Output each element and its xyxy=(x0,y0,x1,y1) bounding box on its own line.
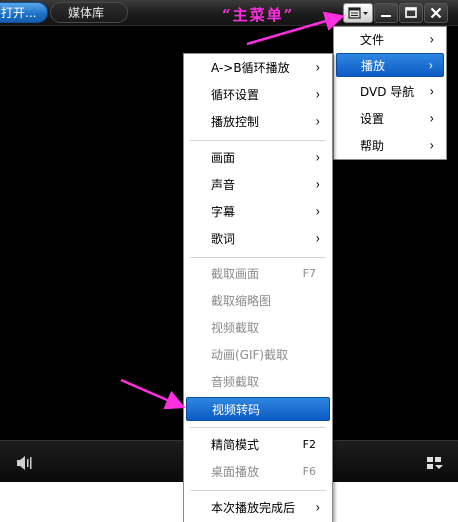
menu-item-dvd-nav[interactable]: DVD 导航 › xyxy=(336,80,444,104)
menu-item-loop-settings[interactable]: 循环设置 › xyxy=(186,83,330,107)
menu-item-label: 本次播放完成后 xyxy=(211,501,296,515)
menu-item-after-playback[interactable]: 本次播放完成后 › xyxy=(186,496,330,520)
menu-item-label: 桌面播放 xyxy=(211,465,260,479)
shortcut-label: F6 xyxy=(302,465,316,478)
menu-item-label: 动画(GIF)截取 xyxy=(211,348,289,362)
menu-item-subtitles[interactable]: 字幕 › xyxy=(186,200,330,224)
menu-item-label: 歌词 xyxy=(211,232,236,246)
maximize-icon xyxy=(405,7,417,18)
menu-item-label: 精简模式 xyxy=(211,438,260,452)
menu-item-label: 音频截取 xyxy=(211,375,260,389)
menu-item-label: 声音 xyxy=(211,178,236,192)
menu-item-capture-thumbnails[interactable]: 截取缩略图 xyxy=(186,289,330,313)
menu-item-ab-loop[interactable]: A->B循环播放 › xyxy=(186,56,330,80)
minimize-icon xyxy=(381,15,391,17)
close-button[interactable] xyxy=(424,3,448,23)
menu-item-gif-capture[interactable]: 动画(GIF)截取 xyxy=(186,343,330,367)
main-menu-button[interactable] xyxy=(343,3,373,23)
menu-item-help[interactable]: 帮助 › xyxy=(336,134,444,158)
menu-item-video[interactable]: 画面 › xyxy=(186,146,330,170)
menu-item-label: 循环设置 xyxy=(211,88,260,102)
menu-item-label: 设置 xyxy=(360,112,385,126)
playlist-icon[interactable] xyxy=(426,455,444,475)
menu-item-label: 字幕 xyxy=(211,205,236,219)
chevron-right-icon: › xyxy=(315,498,320,516)
menu-item-video-capture[interactable]: 视频截取 xyxy=(186,316,330,340)
menu-item-label: DVD 导航 xyxy=(360,85,415,99)
volume-icon[interactable] xyxy=(16,455,34,475)
shortcut-label: F2 xyxy=(302,438,316,451)
open-tab[interactable]: 打开... xyxy=(0,2,48,23)
chevron-right-icon: › xyxy=(429,136,434,154)
menu-item-label: 视频截取 xyxy=(211,321,260,335)
menu-item-label: 文件 xyxy=(360,33,385,47)
chevron-right-icon: › xyxy=(315,112,320,130)
menu-item-label: 截取画面 xyxy=(211,267,260,281)
minimize-button[interactable] xyxy=(374,3,398,23)
menu-item-label: 播放控制 xyxy=(211,115,260,129)
menu-item-label: 视频转码 xyxy=(212,403,261,417)
menu-item-audio-capture[interactable]: 音频截取 xyxy=(186,370,330,394)
menu-item-label: 截取缩略图 xyxy=(211,294,272,308)
close-icon xyxy=(430,7,442,19)
menu-item-desktop-play[interactable]: 桌面播放 F6 xyxy=(186,460,330,484)
menu-item-label: 帮助 xyxy=(360,139,385,153)
menu-item-compact-mode[interactable]: 精简模式 F2 xyxy=(186,433,330,457)
menu-item-capture-frame[interactable]: 截取画面 F7 xyxy=(186,262,330,286)
menu-separator xyxy=(190,140,326,141)
menu-separator xyxy=(190,490,326,491)
title-bar: 打开... 媒体库 “主菜单” xyxy=(0,0,458,26)
menu-separator xyxy=(190,257,326,258)
chevron-right-icon: › xyxy=(315,229,320,247)
menu-item-play[interactable]: 播放 › xyxy=(336,53,444,77)
menu-item-label: A->B循环播放 xyxy=(211,61,290,75)
menu-item-audio[interactable]: 声音 › xyxy=(186,173,330,197)
menu-item-label: 播放 xyxy=(361,59,386,73)
menu-item-lyrics[interactable]: 歌词 › xyxy=(186,227,330,251)
menu-separator xyxy=(190,427,326,428)
menu-item-video-transcode[interactable]: 视频转码 xyxy=(186,397,330,421)
main-menu: 文件 › 播放 › DVD 导航 › 设置 › 帮助 › xyxy=(333,26,447,160)
menu-item-file[interactable]: 文件 › xyxy=(336,28,444,52)
shortcut-label: F7 xyxy=(302,267,316,280)
menu-item-settings[interactable]: 设置 › xyxy=(336,107,444,131)
play-submenu: A->B循环播放 › 循环设置 › 播放控制 › 画面 › 声音 › 字幕 › … xyxy=(183,53,333,522)
media-library-tab[interactable]: 媒体库 xyxy=(50,2,128,23)
main-menu-annotation: “主菜单” xyxy=(222,6,295,24)
menu-icon xyxy=(348,7,368,19)
maximize-button[interactable] xyxy=(399,3,423,23)
menu-item-playback-control[interactable]: 播放控制 › xyxy=(186,110,330,134)
menu-item-label: 画面 xyxy=(211,151,236,165)
